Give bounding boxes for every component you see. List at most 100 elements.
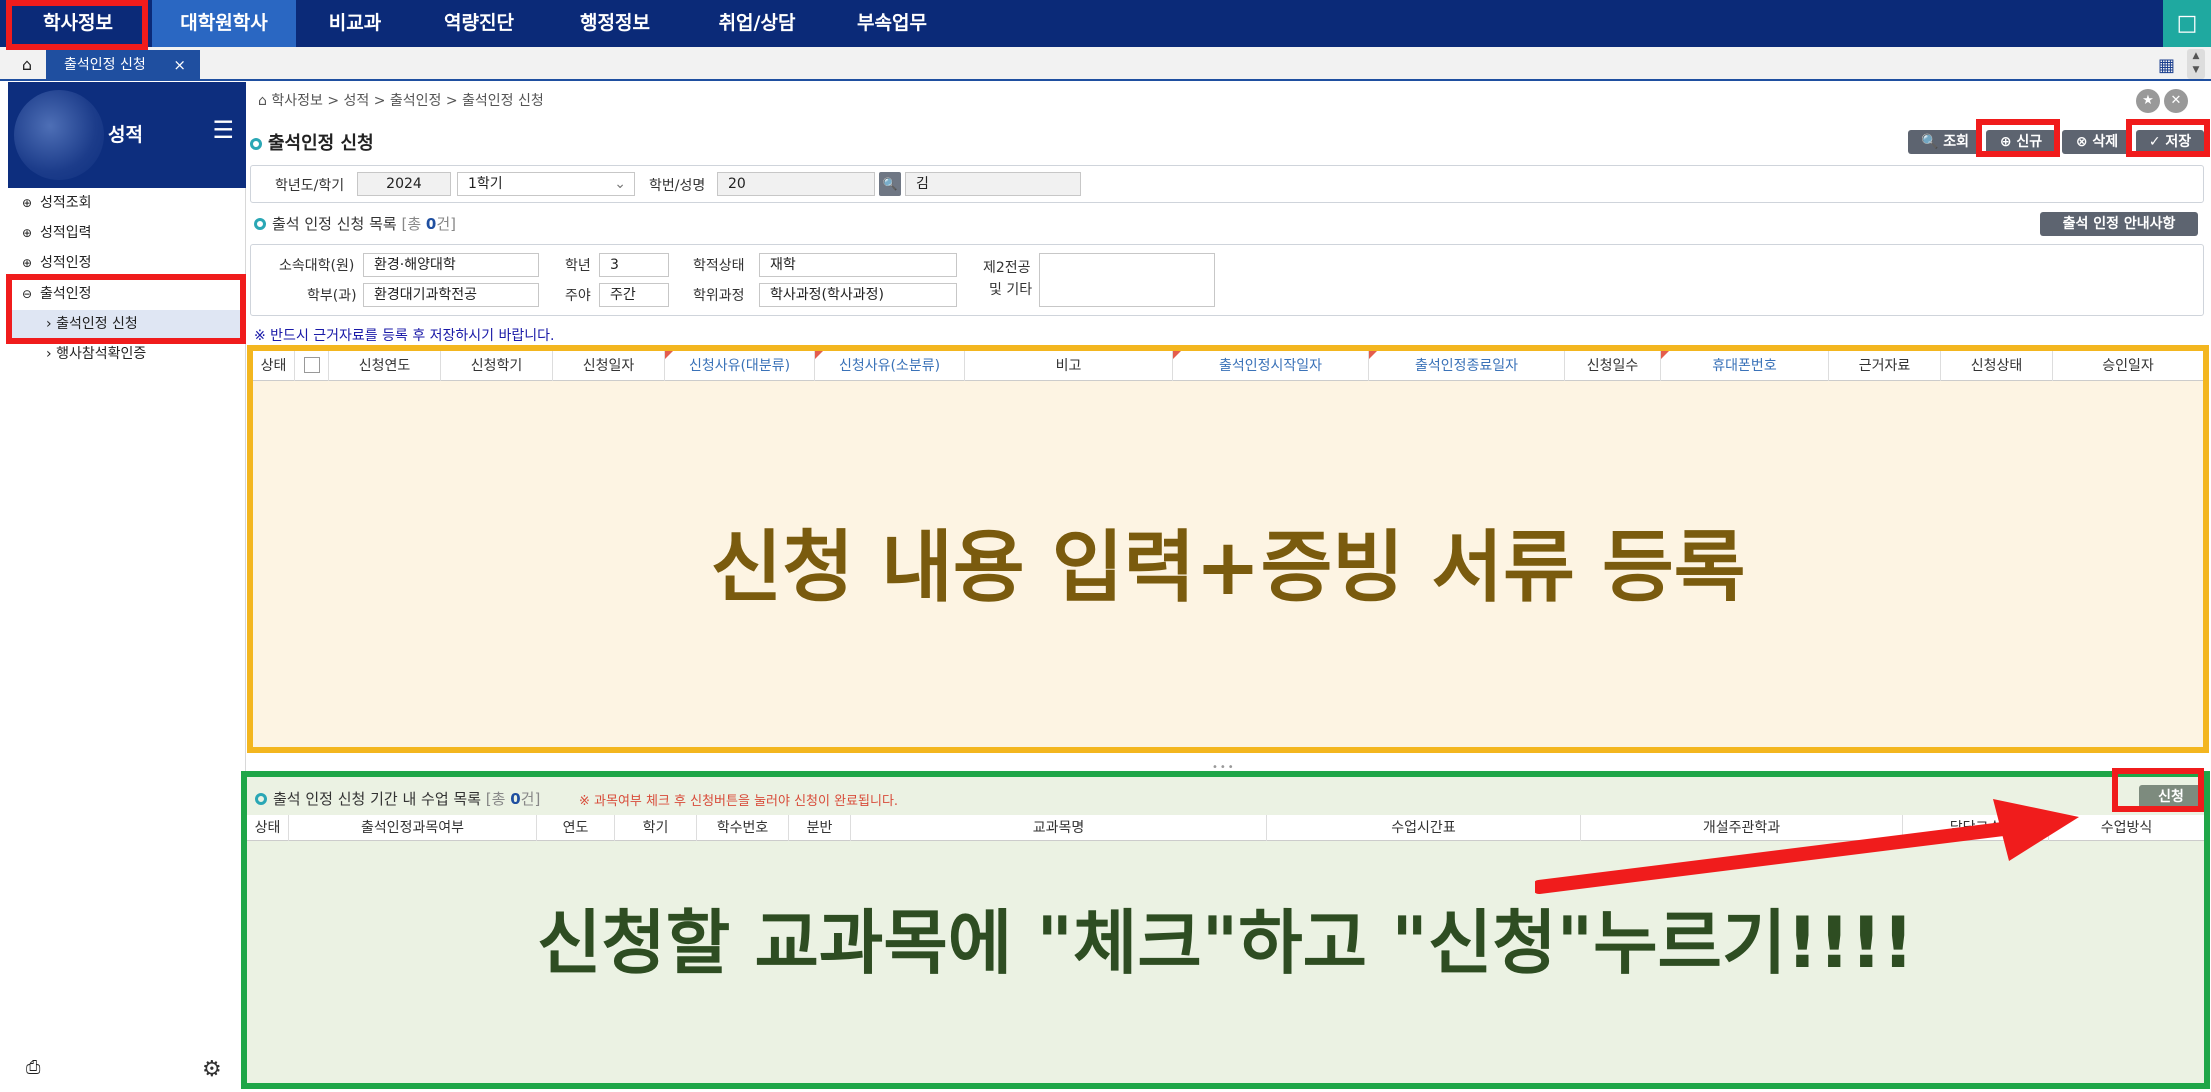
sidebar-item-grade-view[interactable]: ⊕ 성적조회	[22, 192, 92, 214]
required-flag-icon	[665, 351, 673, 359]
year-term-label: 학년도/학기	[275, 178, 345, 194]
status-label: 학적상태	[693, 258, 745, 274]
delete-button[interactable]: ⊗ 삭제	[2062, 130, 2132, 154]
nav-item-career[interactable]: 취업/상담	[696, 0, 818, 47]
dept-field: 환경대기과학전공	[363, 283, 539, 307]
term-select-value: 1학기	[468, 176, 503, 192]
col-phone: 휴대폰번호	[1661, 351, 1829, 381]
degree-label: 학위과정	[693, 288, 745, 304]
menu-icon[interactable]: ☰	[212, 116, 234, 144]
home-icon[interactable]: ⌂	[12, 51, 42, 79]
sidebar-subitem-event-certificate[interactable]: › 행사참석확인증	[12, 340, 244, 368]
highlight-box-attendance	[6, 274, 246, 344]
nav-item-graduate[interactable]: 대학원학사	[152, 0, 296, 47]
student-id-input[interactable]: 20	[717, 172, 875, 196]
course-list-title: 출석 인정 신청 기간 내 수업 목록 [총 0건]	[255, 788, 540, 809]
student-search-icon[interactable]: 🔍	[879, 172, 901, 196]
breadcrumb: ⌂ 학사정보 > 성적 > 출석인정 > 출석인정 신청	[258, 93, 544, 109]
col-status: 상태	[253, 351, 295, 381]
col-end-date: 출석인정종료일자	[1369, 351, 1565, 381]
col-days: 신청일수	[1565, 351, 1661, 381]
close-page-icon[interactable]: ✕	[2164, 89, 2188, 113]
col-label: 출석인정종료일자	[1414, 358, 1519, 374]
highlight-box-academic	[6, 0, 148, 50]
col-label: 신청사유(소분류)	[838, 358, 941, 374]
col-request-term: 신청학기	[441, 351, 553, 381]
top-nav: 학사정보 대학원학사 비교과 역량진단 행정정보 취업/상담 부속업무 □	[0, 0, 2211, 47]
attendance-request-grid: 상태 신청연도 신청학기 신청일자 신청사유(대분류) 신청사유(소분류) 비고…	[247, 345, 2209, 753]
sidebar-item-grade-input[interactable]: ⊕ 성적입력	[22, 222, 92, 244]
col-course-name: 교과목명	[851, 815, 1267, 841]
term-select[interactable]: 1학기 ⌄	[457, 172, 635, 196]
college-field: 환경·해양대학	[363, 253, 539, 277]
count-prefix: [총	[485, 790, 511, 808]
col-section: 분반	[789, 815, 851, 841]
bookmark-icon[interactable]: □	[2163, 0, 2211, 47]
delete-button-label: 삭제	[2092, 134, 2119, 150]
tab-label: 출석인정 신청	[64, 57, 146, 73]
notice-text: ※ 반드시 근거자료를 등록 후 저장하시기 바랍니다.	[254, 328, 555, 344]
grid-icon[interactable]: ▦	[2158, 55, 2175, 76]
major2-field	[1039, 253, 1215, 307]
breadcrumb-text: 학사정보 > 성적 > 출석인정 > 출석인정 신청	[271, 93, 544, 109]
count-suffix: 건]	[520, 790, 541, 808]
col-start-date: 출석인정시작일자	[1173, 351, 1369, 381]
daynight-field: 주간	[599, 283, 669, 307]
sidebar-item-label: 성적입력	[40, 225, 92, 241]
year-label: 학년	[565, 258, 591, 274]
nav-item-extracurricular[interactable]: 비교과	[300, 0, 410, 47]
col-attendance-course: 출석인정과목여부	[289, 815, 537, 841]
required-flag-icon	[815, 351, 823, 359]
nav-item-affiliated[interactable]: 부속업무	[840, 0, 944, 47]
major2-label-line2: 및 기타	[989, 282, 1033, 298]
highlight-box-new	[1976, 119, 2060, 157]
search-button[interactable]: 🔍 조회	[1908, 130, 1982, 154]
col-request-status: 신청상태	[1941, 351, 2053, 381]
sidebar-title: 성적	[108, 124, 143, 146]
gear-icon[interactable]: ⚙	[202, 1057, 222, 1082]
scrollbar[interactable]: ▲ ▼	[2187, 49, 2205, 79]
college-label: 소속대학(원)	[279, 258, 355, 274]
year-stepper[interactable]: 2024	[357, 172, 451, 196]
title-bullet-icon	[250, 138, 262, 150]
list-bullet-icon	[254, 218, 266, 230]
daynight-label: 주야	[565, 288, 591, 304]
sidebar-item-grade-recognition[interactable]: ⊕ 성적인정	[22, 252, 92, 274]
col-reason-major: 신청사유(대분류)	[665, 351, 815, 381]
highlight-box-apply	[2112, 768, 2204, 812]
student-name-input[interactable]: 김	[905, 172, 1081, 196]
sidebar-header: 성적 ☰	[8, 82, 246, 188]
course-count: 0	[510, 790, 521, 808]
grid-header: 상태 신청연도 신청학기 신청일자 신청사유(대분류) 신청사유(소분류) 비고…	[253, 351, 2203, 381]
col-request-date: 신청일자	[553, 351, 665, 381]
search-button-label: 조회	[1943, 134, 1970, 150]
record-count: 0	[425, 215, 437, 233]
count-prefix: [총	[401, 215, 426, 233]
select-all-checkbox[interactable]	[295, 351, 329, 381]
col-label: 신청사유(대분류)	[688, 358, 791, 374]
major2-label-line1: 제2전공	[983, 260, 1031, 276]
favorite-icon[interactable]: ★	[2136, 89, 2160, 113]
tab-attendance-request[interactable]: 출석인정 신청 ×	[46, 50, 200, 81]
upper-annotation-text: 신청 내용 입력+증빙 서류 등록	[710, 523, 1746, 613]
sidebar-subitem-label: 행사참석확인증	[56, 346, 147, 362]
apply-warning-text: ※ 과목여부 체크 후 신청버튼을 눌러야 신청이 완료됩니다.	[579, 794, 899, 809]
expand-icon: ⊕	[22, 256, 33, 270]
expand-icon: ⊕	[22, 226, 33, 240]
col-term: 학기	[615, 815, 697, 841]
expand-icon: ⊕	[22, 196, 33, 210]
nav-item-competency[interactable]: 역량진단	[420, 0, 538, 47]
required-flag-icon	[1661, 351, 1669, 359]
close-icon[interactable]: ×	[173, 50, 186, 81]
col-evidence: 근거자료	[1829, 351, 1941, 381]
required-flag-icon	[1369, 351, 1377, 359]
nav-item-admin[interactable]: 행정정보	[556, 0, 674, 47]
dept-label: 학부(과)	[307, 288, 357, 304]
list-bullet-icon	[255, 793, 267, 805]
student-info-panel: 소속대학(원) 환경·해양대학 학년 3 학적상태 재학 제2전공 및 기타 학…	[250, 244, 2204, 316]
tab-bar: ⌂ 출석인정 신청 × ▦ ▲ ▼	[0, 47, 2211, 81]
col-status: 상태	[247, 815, 289, 841]
attendance-guide-button[interactable]: 출석 인정 안내사항	[2040, 212, 2198, 236]
page-title-text: 출석인정 신청	[268, 133, 374, 154]
screen-icon[interactable]: ⎙	[26, 1057, 40, 1078]
